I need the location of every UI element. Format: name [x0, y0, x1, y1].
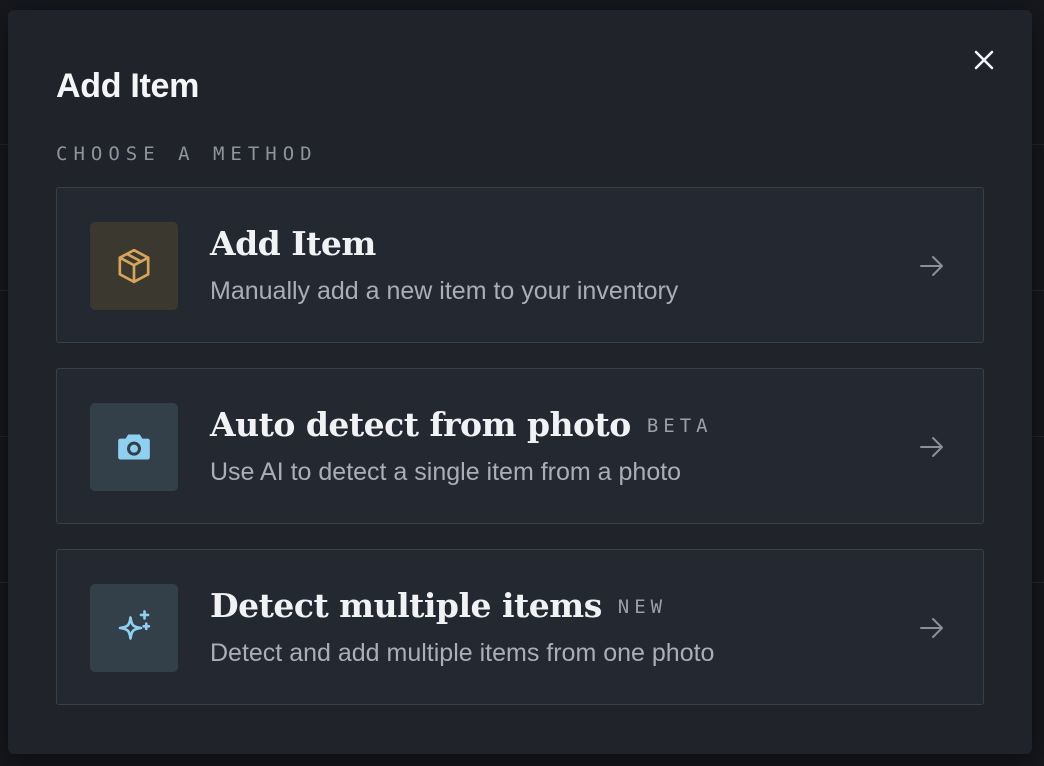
section-label: CHOOSE A METHOD: [56, 143, 318, 165]
arrow-right-icon: [920, 256, 943, 276]
option-title-row: Detect multiple items NEW: [210, 586, 667, 626]
arrow-right-icon: [920, 437, 943, 457]
option-title: Auto detect from photo: [210, 405, 631, 444]
option-icon-tile: [90, 403, 178, 491]
modal-title: Add Item: [56, 67, 200, 105]
sparkles-icon: [118, 610, 151, 640]
arrow-right-icon: [920, 618, 943, 638]
option-title-row: Auto detect from photo BETA: [210, 405, 713, 445]
close-button[interactable]: [968, 44, 1000, 76]
option-card-auto-detect[interactable]: Auto detect from photo BETA Use AI to de…: [56, 368, 984, 524]
add-item-modal: Add Item CHOOSE A METHOD Add Item Manual…: [8, 10, 1032, 754]
camera-icon: [118, 434, 150, 460]
new-badge: NEW: [617, 596, 668, 618]
option-title-row: Add Item: [210, 224, 376, 264]
option-description: Detect and add multiple items from one p…: [210, 639, 715, 667]
option-card-detect-multiple[interactable]: Detect multiple items NEW Detect and add…: [56, 549, 984, 705]
option-description: Use AI to detect a single item from a ph…: [210, 458, 682, 486]
option-card-add-item[interactable]: Add Item Manually add a new item to your…: [56, 187, 984, 343]
option-icon-tile: [90, 584, 178, 672]
option-icon-tile: [90, 222, 178, 310]
option-title: Detect multiple items: [210, 586, 602, 625]
beta-badge: BETA: [646, 415, 713, 437]
close-icon: [974, 50, 994, 70]
package-icon: [118, 248, 150, 284]
option-description: Manually add a new item to your inventor…: [210, 277, 679, 305]
option-title: Add Item: [210, 224, 376, 263]
